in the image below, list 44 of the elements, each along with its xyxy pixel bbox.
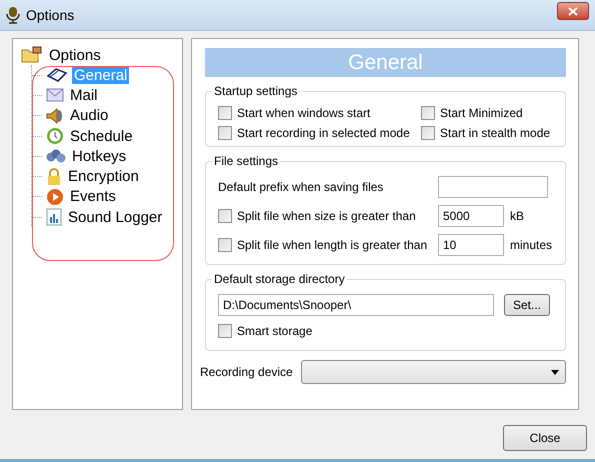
checkbox[interactable]: Start when windows start xyxy=(218,106,421,120)
tree-item[interactable]: Mail xyxy=(68,86,100,104)
chart-icon xyxy=(46,208,62,226)
play-icon xyxy=(46,188,64,206)
field-label: Recording device xyxy=(200,365,293,379)
group-title: File settings xyxy=(212,154,280,168)
tree-item[interactable]: Audio xyxy=(68,107,110,124)
book-icon xyxy=(46,67,68,84)
speaker-icon xyxy=(46,108,64,124)
path-field[interactable]: D:\Documents\Snooper\ xyxy=(218,294,494,316)
close-icon xyxy=(568,6,578,16)
unit-label: minutes xyxy=(510,238,552,252)
input-field[interactable]: 10 xyxy=(438,234,504,256)
checkbox[interactable]: Start in stealth mode xyxy=(421,126,557,140)
group-title: Startup settings xyxy=(212,84,300,98)
tree-item[interactable]: Options xyxy=(47,46,103,64)
keys-icon xyxy=(46,148,66,164)
caret-icon xyxy=(551,370,559,374)
tree-item[interactable]: Encryption xyxy=(66,168,141,186)
group-title: Default storage directory xyxy=(212,272,347,286)
padlock-icon xyxy=(46,168,62,186)
set-button[interactable]: Set... xyxy=(504,294,550,316)
tree-item[interactable]: Hotkeys xyxy=(70,148,128,165)
device-dropdown[interactable] xyxy=(300,360,566,384)
input-field[interactable] xyxy=(438,176,548,198)
checkbox[interactable]: Smart storage xyxy=(218,324,312,338)
checkbox[interactable]: Start Minimized xyxy=(421,106,557,120)
tree-item[interactable]: Sound Logger xyxy=(66,208,164,226)
envelope-icon xyxy=(46,87,64,104)
clock-icon xyxy=(46,127,64,146)
window-title: Options xyxy=(26,7,76,23)
checkbox[interactable]: Split file when size is greater than xyxy=(218,209,438,223)
checkbox[interactable]: Split file when length is greater than xyxy=(218,238,438,252)
folder-icon xyxy=(21,46,43,64)
unit-label: kB xyxy=(510,209,524,223)
microphone-icon xyxy=(6,6,20,24)
close-button[interactable] xyxy=(557,2,589,20)
tree-item[interactable]: Schedule xyxy=(68,128,135,145)
page-title: General xyxy=(205,48,566,77)
field-label: Default prefix when saving files xyxy=(218,180,384,194)
input-field[interactable]: 5000 xyxy=(438,205,504,227)
checkbox[interactable]: Start recording in selected mode xyxy=(218,126,421,140)
close-dialog-button[interactable]: Close xyxy=(503,425,587,451)
tree-item[interactable]: Events xyxy=(68,188,118,206)
